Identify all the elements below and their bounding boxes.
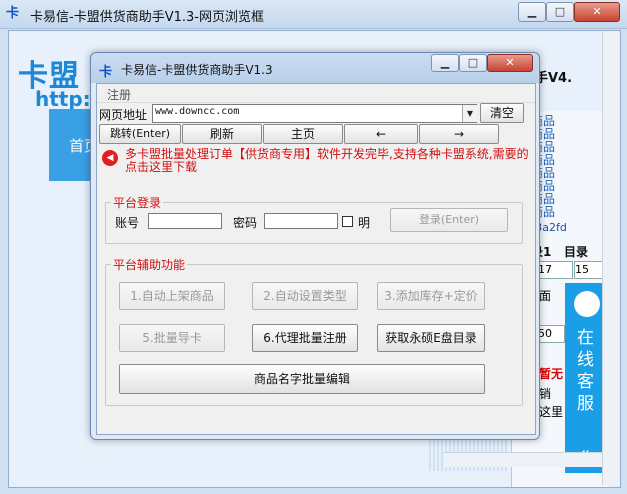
login-button[interactable]: 登录(Enter) (390, 208, 508, 232)
menu-bar: 注册 (97, 84, 535, 103)
batch-import-cards-button[interactable]: 5.批量导卡 (119, 324, 225, 352)
show-password-checkbox[interactable] (342, 216, 353, 227)
dialog-minimize-button[interactable]: ▁ (431, 54, 459, 72)
bg-input-2[interactable]: 15 (574, 261, 604, 279)
horizontal-scrollbar[interactable] (444, 452, 602, 467)
outer-window-title: 卡易信-卡盟供货商助手V1.3-网页浏览框 (30, 10, 264, 25)
add-stock-price-button[interactable]: 3.添加库存+定价 (377, 282, 485, 310)
go-button[interactable]: 跳转(Enter) (99, 124, 181, 144)
outer-title-bar[interactable]: 卡 卡易信-卡盟供货商助手V1.3-网页浏览框 ▁ □ ✕ (0, 0, 627, 29)
back-button[interactable]: ← (344, 124, 418, 144)
bg-input-1[interactable]: 17 (537, 261, 573, 279)
password-input[interactable] (264, 213, 338, 229)
batch-edit-names-button[interactable]: 商品名字批量编辑 (119, 364, 485, 394)
site-url-text: http: (35, 87, 91, 111)
minimize-button[interactable]: ▁ (518, 2, 546, 22)
auto-list-products-button[interactable]: 1.自动上架商品 (119, 282, 225, 310)
helper-dialog: 卡 卡易信-卡盟供货商助手V1.3 ▁ □ ✕ 注册 网页地址 www.down… (90, 52, 540, 440)
maximize-icon: □ (467, 56, 479, 69)
helper-group-title: 平台辅助功能 (111, 256, 188, 273)
dialog-close-button[interactable]: ✕ (487, 54, 533, 72)
dialog-app-icon: 卡 (99, 65, 113, 80)
address-input[interactable]: www.downcc.com (155, 106, 239, 117)
maximize-icon: □ (554, 5, 566, 18)
get-ys-directory-button[interactable]: 获取永硕E盘目录 (377, 324, 485, 352)
close-button[interactable]: ✕ (574, 2, 620, 22)
menu-item-register[interactable]: 注册 (107, 86, 131, 103)
minimize-icon: ▁ (440, 56, 450, 69)
close-icon: ✕ (592, 5, 602, 18)
refresh-button[interactable]: 刷新 (182, 124, 262, 144)
password-label: 密码 (233, 216, 258, 230)
bg-radio-2[interactable]: 销 (539, 385, 551, 402)
dialog-body: 注册 网页地址 www.downcc.com ▼ 清空 跳转(Enter) 刷新… (96, 83, 536, 435)
bg-input-3[interactable]: 50 (537, 325, 565, 343)
download-notice-link[interactable]: 多卡盟批量处理订单【供货商专用】软件开发完毕,支持各种卡盟系统,需要的点击这里下… (125, 148, 533, 174)
show-password-label: 明 (358, 216, 371, 230)
dialog-title-bar[interactable]: 卡 卡易信-卡盟供货商助手V1.3 ▁ □ ✕ (91, 53, 539, 83)
clear-button[interactable]: 清空 (480, 103, 524, 123)
auto-set-type-button[interactable]: 2.自动设置类型 (252, 282, 358, 310)
bg-red-text: 暂无 (539, 367, 564, 381)
minimize-icon: ▁ (527, 5, 537, 18)
dropdown-arrow-icon[interactable]: ▼ (462, 105, 477, 122)
bg-here-text[interactable]: 这里 (539, 403, 563, 420)
online-service-label: 在线客服 (577, 328, 594, 414)
bg-radio-label[interactable]: 面 (539, 287, 551, 304)
address-combobox[interactable]: www.downcc.com ▼ (152, 104, 477, 123)
account-input[interactable] (148, 213, 222, 229)
forward-button[interactable]: → (419, 124, 499, 144)
directory-header-2: 目录 (564, 245, 589, 259)
login-group-title: 平台登录 (111, 194, 164, 211)
agent-batch-register-button[interactable]: 6.代理批量注册 (252, 324, 358, 352)
maximize-button[interactable]: □ (546, 2, 574, 22)
home-button[interactable]: 主页 (263, 124, 343, 144)
close-icon: ✕ (505, 56, 515, 69)
vertical-scrollbar[interactable] (602, 31, 619, 485)
address-label: 网页地址 (99, 108, 148, 122)
qq-icon (574, 291, 600, 317)
account-label: 账号 (115, 216, 140, 230)
dialog-maximize-button[interactable]: □ (459, 54, 487, 72)
app-icon: 卡 (6, 6, 20, 21)
dialog-title: 卡易信-卡盟供货商助手V1.3 (121, 63, 273, 77)
speaker-icon: ◀ (102, 150, 118, 166)
